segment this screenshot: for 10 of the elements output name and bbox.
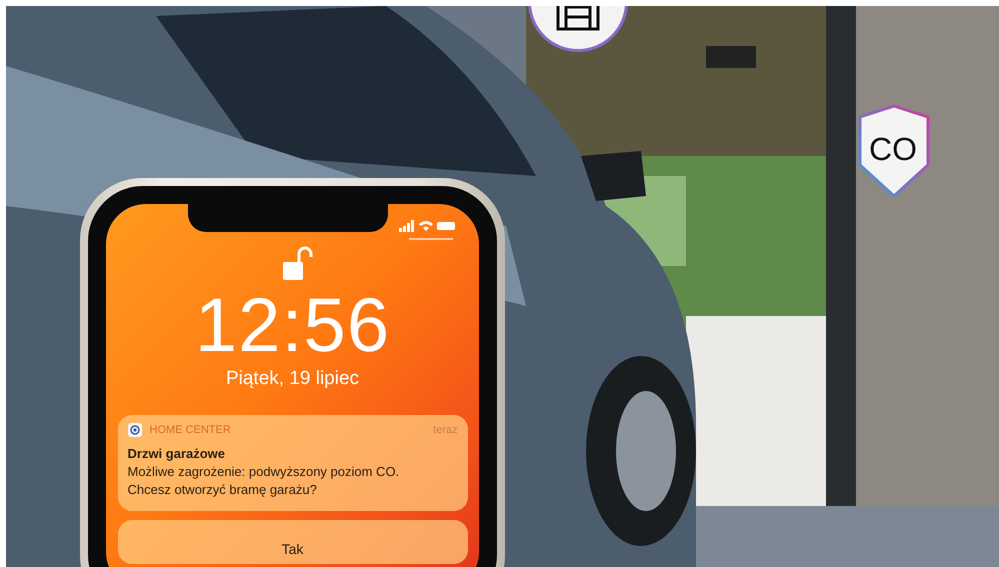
app-icon (128, 423, 142, 437)
notification-text: Chcesz otworzyć bramę garażu? (128, 481, 318, 499)
notification-text: Możliwe zagrożenie: podwyższony poziom CO. (128, 463, 400, 481)
co-label: CO (869, 132, 917, 166)
date-text: Piątek, 19 lipiec (226, 368, 360, 390)
notification-title: Drzwi garażowe (128, 445, 226, 463)
status-icons (399, 220, 457, 232)
app-name: HOME CENTER (150, 424, 231, 436)
clock-time: 12:56 (194, 286, 390, 366)
confirm-button[interactable]: Tak (118, 520, 468, 564)
